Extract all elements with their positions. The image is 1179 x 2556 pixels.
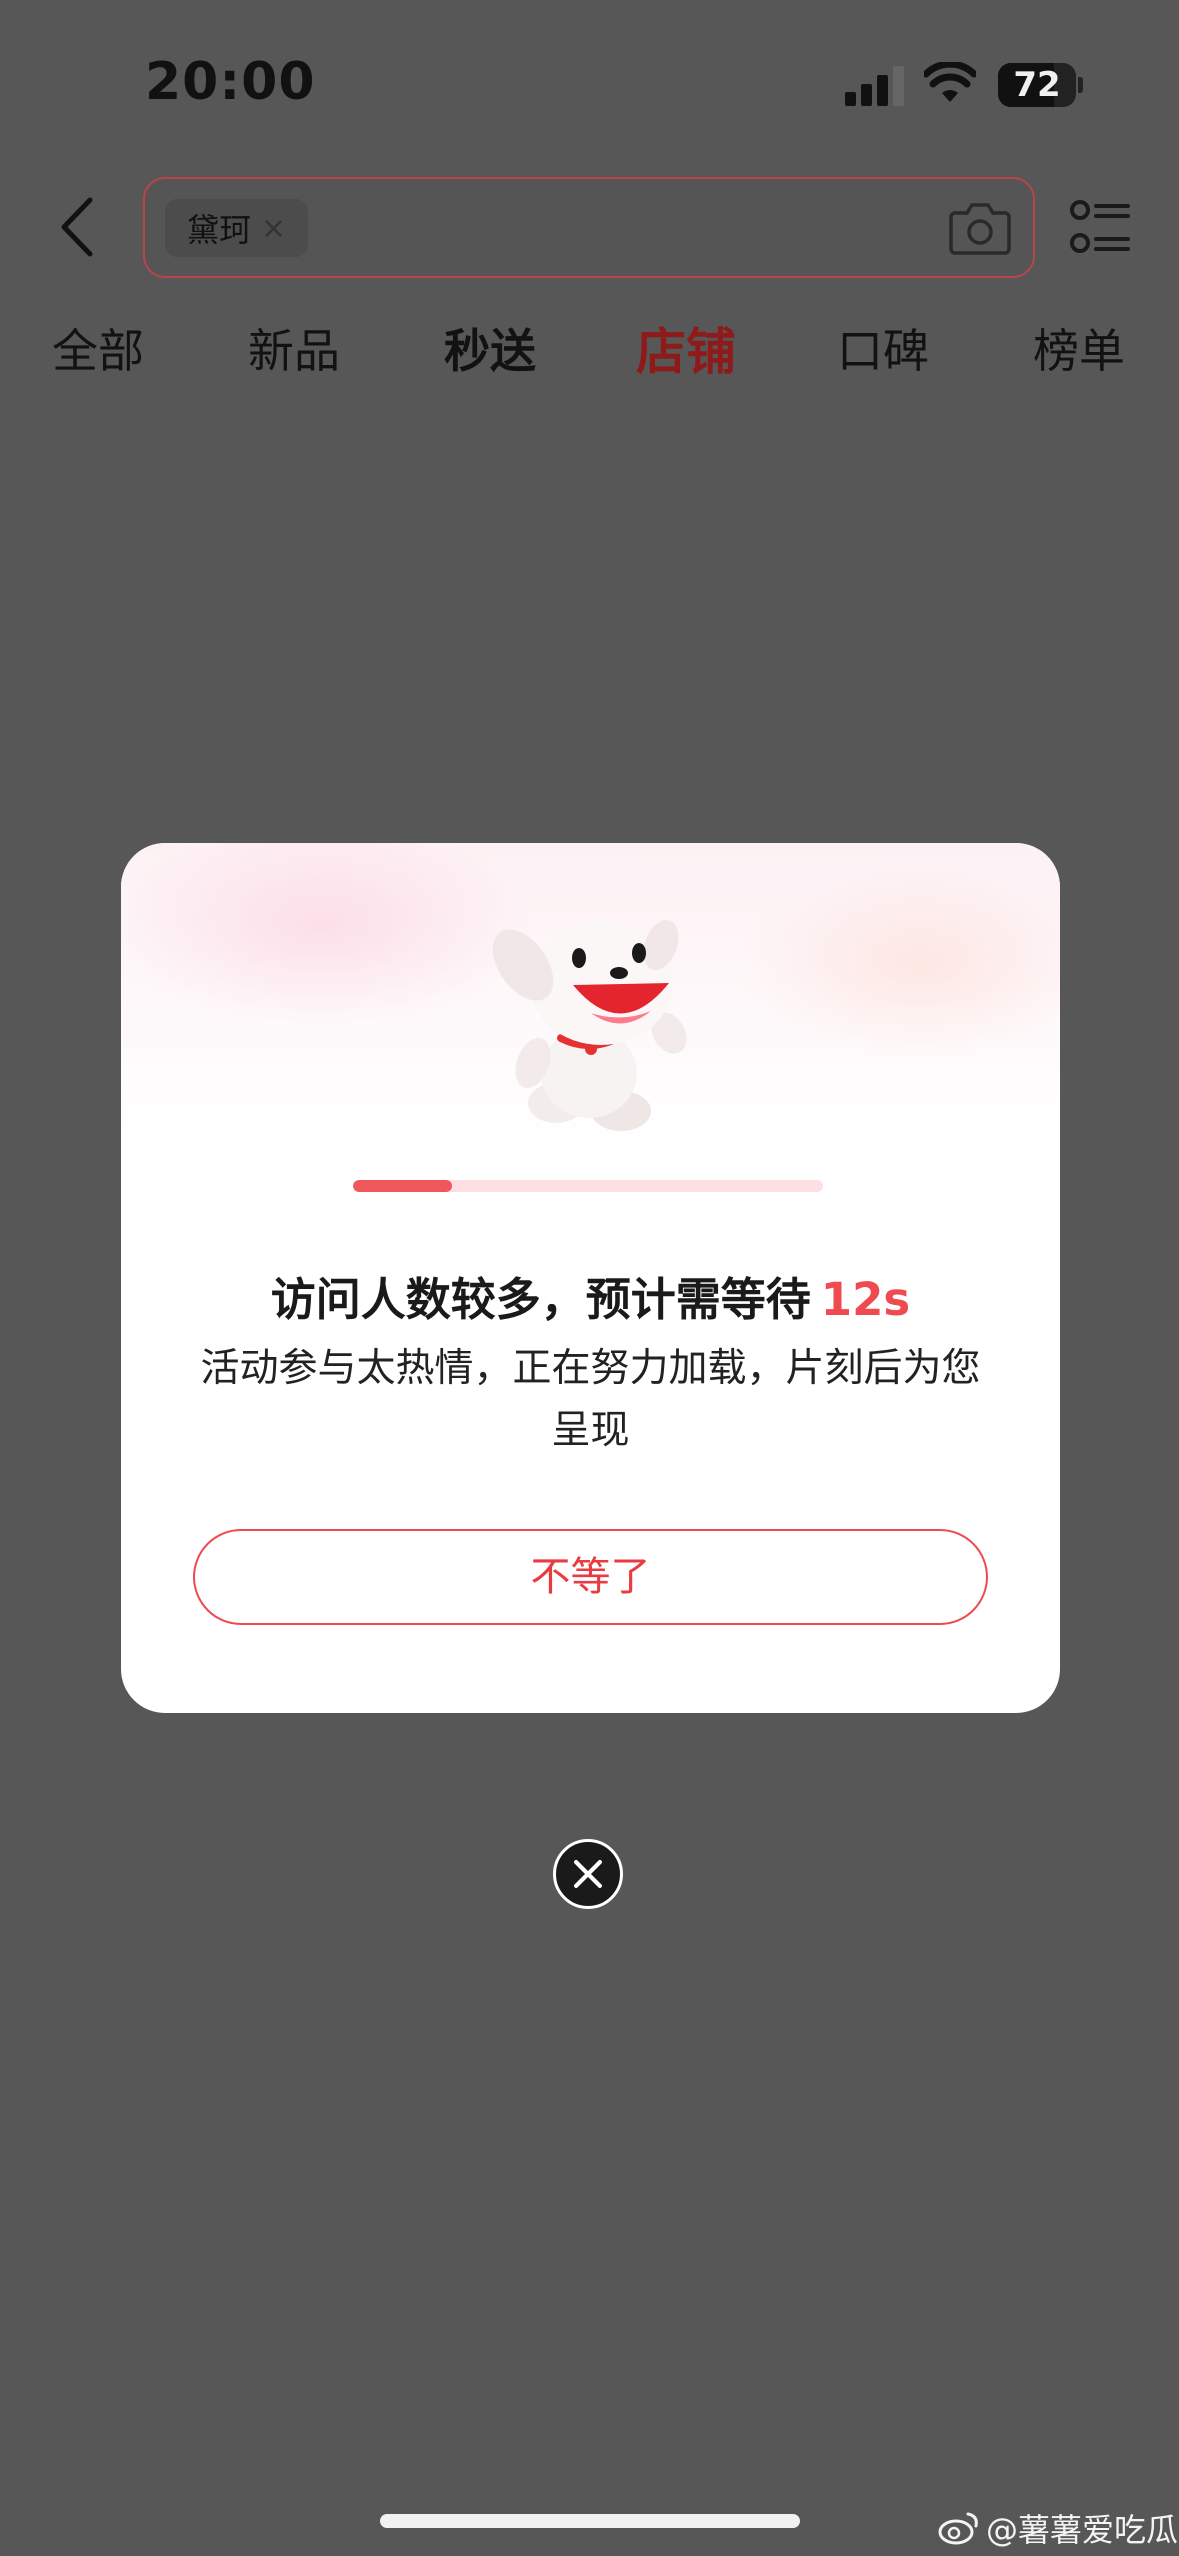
battery-cap xyxy=(1078,77,1083,93)
tab-new[interactable]: 新品 xyxy=(248,315,340,381)
watermark-text: @薯薯爱吃瓜 xyxy=(986,2511,1179,2549)
tab-rankings[interactable]: 榜单 xyxy=(1033,315,1125,381)
status-bar: 20:00 72 xyxy=(0,0,1179,170)
watermark: @薯薯爱吃瓜 xyxy=(938,2506,1178,2550)
modal-description: 活动参与太热情，正在努力加载，片刻后为您呈现 xyxy=(200,1346,981,1453)
close-modal-button[interactable] xyxy=(553,1839,623,1909)
status-time: 20:00 xyxy=(145,52,316,112)
battery-level: 72 xyxy=(1013,65,1061,105)
weibo-logo-icon xyxy=(938,2512,978,2545)
tab-instant-delivery[interactable]: 秒送 xyxy=(444,315,536,381)
camera-icon[interactable] xyxy=(949,199,1011,255)
battery-icon: 72 xyxy=(998,63,1076,107)
waiting-modal: 访问人数较多，预计需等待 12s 活动参与太热情，正在努力加载，片刻后为您呈现 不… xyxy=(121,843,1060,1713)
dont-wait-button[interactable]: 不等了 xyxy=(193,1529,988,1625)
wifi-icon xyxy=(924,62,976,102)
list-view-icon[interactable] xyxy=(1070,198,1130,258)
category-tabs: 全部 新品 秒送 店铺 口碑 榜单 xyxy=(0,315,1179,385)
loading-progress-bar xyxy=(353,1180,823,1192)
back-button[interactable] xyxy=(52,192,102,262)
joy-dog-mascot-icon xyxy=(492,919,687,1131)
search-keyword-chip[interactable]: 黛珂 × xyxy=(165,199,309,257)
wait-time: 12s xyxy=(820,1273,911,1326)
cellular-signal-icon xyxy=(845,66,905,106)
modal-title-text: 访问人数较多，预计需等待 xyxy=(270,1273,811,1326)
search-keyword-text: 黛珂 xyxy=(187,211,252,249)
loading-progress-fill xyxy=(353,1180,452,1192)
home-indicator[interactable] xyxy=(380,2514,800,2528)
chip-remove-icon[interactable]: × xyxy=(261,211,286,246)
modal-title: 访问人数较多，预计需等待 12s xyxy=(121,1263,1060,1328)
tab-stores[interactable]: 店铺 xyxy=(636,312,736,384)
tab-all[interactable]: 全部 xyxy=(52,315,144,381)
tab-reviews[interactable]: 口碑 xyxy=(837,315,929,381)
search-input[interactable]: 黛珂 × xyxy=(143,177,1035,278)
